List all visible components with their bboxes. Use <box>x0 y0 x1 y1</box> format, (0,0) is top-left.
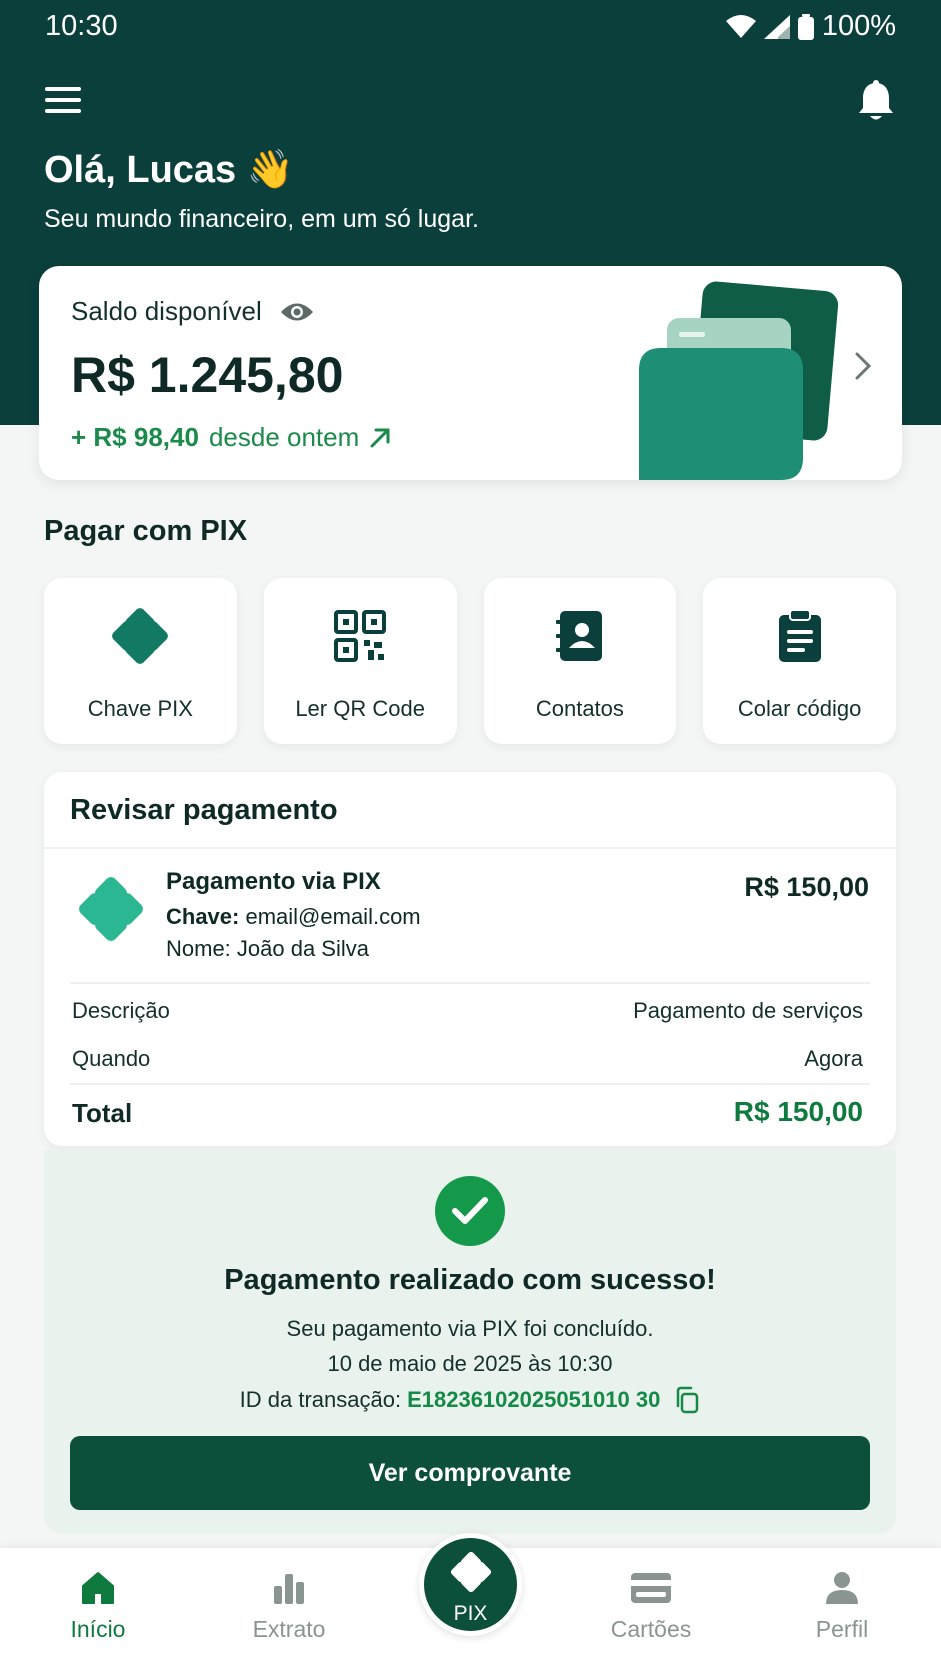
action-chave-pix[interactable]: Chave PIX <box>44 578 237 744</box>
nav-label: PIX <box>453 1602 488 1625</box>
bell-icon[interactable] <box>856 80 896 124</box>
detail-description-label: Descrição <box>72 998 170 1023</box>
battery-icon <box>797 13 814 40</box>
detail-description-value: Pagamento de serviços <box>633 998 863 1023</box>
signal-icon <box>763 14 790 39</box>
balance-delta-text: desde ontem <box>208 422 360 452</box>
card-icon <box>631 1573 671 1603</box>
success-datetime: 10 de maio de 2025 às 10:30 <box>327 1351 613 1376</box>
divider <box>44 847 896 849</box>
transaction-id-row: ID da transação: E18236102025051010 30 <box>44 1386 896 1414</box>
qr-code-icon <box>334 610 387 662</box>
nav-label: Cartões <box>610 1616 692 1642</box>
success-check-icon <box>435 1176 505 1246</box>
status-icons: 100% <box>725 10 896 43</box>
greeting-title: Olá, Lucas 👋 <box>44 149 295 191</box>
balance-value: R$ 1.245,80 <box>71 347 344 403</box>
nav-label: Início <box>70 1616 126 1642</box>
total-value: R$ 150,00 <box>733 1096 863 1127</box>
pix-logo-icon <box>79 877 143 941</box>
divider <box>70 982 870 984</box>
total-label: Total <box>72 1098 133 1128</box>
pix-icon <box>451 1552 491 1592</box>
action-label: Chave PIX <box>87 696 193 721</box>
payment-recipient-name: Nome: João da Silva <box>166 936 369 961</box>
nav-item-inicio[interactable]: Início <box>38 1570 158 1643</box>
chevron-right-icon[interactable] <box>848 346 878 386</box>
success-title: Pagamento realizado com sucesso! <box>224 1264 716 1296</box>
success-message: Seu pagamento via PIX foi concluído. <box>286 1316 654 1341</box>
contacts-icon <box>555 611 602 661</box>
action-colar-codigo[interactable]: Colar código <box>703 578 896 744</box>
clipboard-icon <box>778 609 821 662</box>
review-title: Revisar pagamento <box>70 794 338 826</box>
balance-label: Saldo disponível <box>71 296 262 326</box>
nav-label: Perfil <box>815 1616 869 1642</box>
payment-amount: R$ 150,00 <box>744 872 869 902</box>
hamburger-menu-icon[interactable] <box>45 80 85 120</box>
nav-item-extrato[interactable]: Extrato <box>229 1570 349 1643</box>
trend-up-icon <box>370 428 390 447</box>
greeting-subtitle: Seu mundo financeiro, em um só lugar. <box>44 205 479 233</box>
divider <box>70 1083 870 1085</box>
copy-icon[interactable] <box>674 1386 700 1414</box>
pix-section-title: Pagar com PIX <box>44 515 248 547</box>
balance-delta: + R$ 98,40 desde ontem <box>71 422 391 453</box>
battery-percent: 100% <box>821 10 896 42</box>
balance-delta-amount: + R$ 98,40 <box>71 422 199 452</box>
wifi-icon <box>725 14 756 38</box>
balance-card[interactable]: Saldo disponível R$ 1.245,80 + R$ 98,40 … <box>39 266 902 480</box>
action-qr-code[interactable]: Ler QR Code <box>263 578 457 744</box>
user-icon <box>826 1572 858 1604</box>
top-app-bar <box>0 80 941 130</box>
pix-key-icon <box>112 608 169 664</box>
action-label: Contatos <box>535 696 624 721</box>
detail-when-value: Agora <box>804 1046 863 1071</box>
nav-item-pix[interactable]: PIX <box>419 1533 522 1636</box>
payment-key-value: email@email.com <box>245 904 421 929</box>
action-contatos[interactable]: Contatos <box>483 578 677 744</box>
payment-key: Chave: email@email.com <box>166 904 421 930</box>
transaction-id-value: E18236102025051010 30 <box>407 1387 661 1412</box>
home-icon <box>82 1572 114 1604</box>
status-time: 10:30 <box>45 10 118 42</box>
review-payment-card: Revisar pagamento Pagamento via PIX Chav… <box>44 772 896 1146</box>
view-receipt-button[interactable]: Ver comprovante <box>70 1436 870 1510</box>
action-label: Ler QR Code <box>295 696 425 721</box>
balance-label-row: Saldo disponível <box>71 296 314 327</box>
eye-icon[interactable] <box>280 301 314 323</box>
nav-label: Extrato <box>252 1616 326 1642</box>
success-card: Pagamento realizado com sucesso! Seu pag… <box>44 1150 896 1534</box>
bar-chart-icon <box>274 1574 304 1604</box>
status-bar: 10:30 100% <box>0 0 941 55</box>
action-label: Colar código <box>737 696 862 721</box>
transaction-id-label: ID da transação: <box>239 1387 402 1412</box>
nav-item-cartoes[interactable]: Cartões <box>591 1570 711 1643</box>
pix-actions: Chave PIX Ler QR Code Contatos Colar cód… <box>44 578 896 744</box>
payment-title: Pagamento via PIX <box>166 868 381 895</box>
nav-item-perfil[interactable]: Perfil <box>782 1570 902 1643</box>
payment-key-label: Chave: <box>166 904 240 929</box>
detail-when-label: Quando <box>72 1046 151 1071</box>
